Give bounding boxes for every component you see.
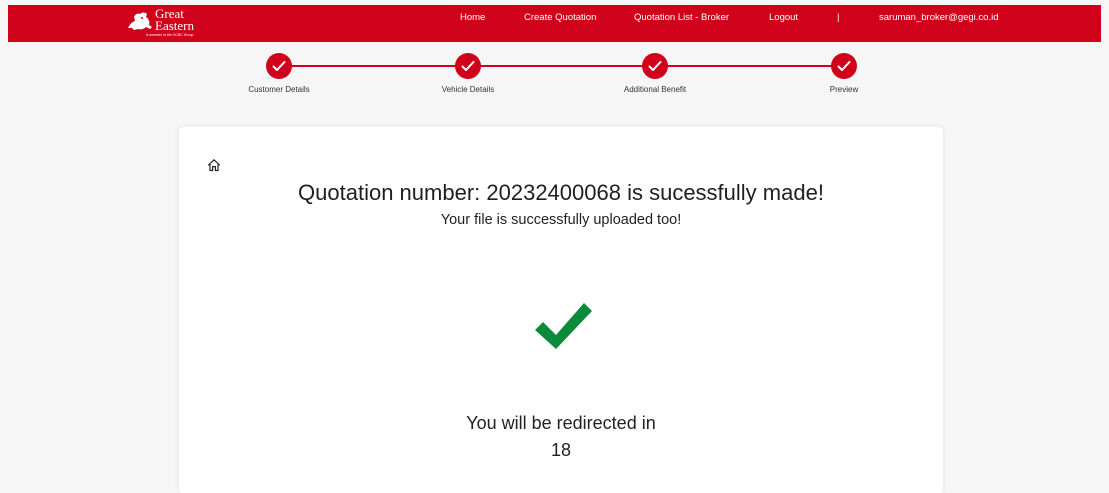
step-preview-indicator	[831, 53, 857, 79]
nav-separator: |	[837, 12, 840, 23]
top-nav-bar: Great Eastern A member of the OCBC Group…	[8, 5, 1101, 42]
nav-logout-link[interactable]: Logout	[769, 5, 798, 42]
nav-home-link[interactable]: Home	[460, 5, 485, 42]
nav-quotation-list-link[interactable]: Quotation List - Broker	[634, 5, 729, 42]
redirect-countdown: 18	[550, 440, 572, 460]
step-label-preview: Preview	[829, 85, 859, 94]
lion-logo-icon	[128, 12, 152, 30]
check-icon	[837, 61, 851, 71]
logo-text-eastern: Eastern	[155, 18, 194, 33]
user-email: saruman_broker@gegi.co.id	[879, 12, 999, 23]
step-label-customer-details: Customer Details	[248, 85, 310, 94]
stepper-connector-line	[279, 65, 844, 67]
upload-success-subtitle: Your file is successfully uploaded too!	[440, 212, 682, 228]
step-additional-benefit-indicator	[642, 53, 668, 79]
check-icon	[648, 61, 662, 71]
great-eastern-logo[interactable]: Great Eastern A member of the OCBC Group	[126, 7, 216, 39]
quotation-success-card: Quotation number: 20232400068 is sucessf…	[179, 127, 943, 493]
step-label-vehicle-details: Vehicle Details	[441, 85, 495, 94]
logo-tagline: A member of the OCBC Group	[146, 33, 194, 37]
step-label-additional-benefit: Additional Benefit	[623, 85, 687, 94]
check-icon	[461, 61, 475, 71]
redirect-message: You will be redirected in	[466, 413, 656, 433]
step-customer-details-indicator	[266, 53, 292, 79]
nav-create-quotation-link[interactable]: Create Quotation	[524, 5, 596, 42]
step-vehicle-details-indicator	[455, 53, 481, 79]
home-icon[interactable]	[207, 158, 221, 172]
quotation-success-title: Quotation number: 20232400068 is sucessf…	[298, 180, 824, 205]
checkmark-icon	[535, 303, 592, 349]
check-icon	[272, 61, 286, 71]
